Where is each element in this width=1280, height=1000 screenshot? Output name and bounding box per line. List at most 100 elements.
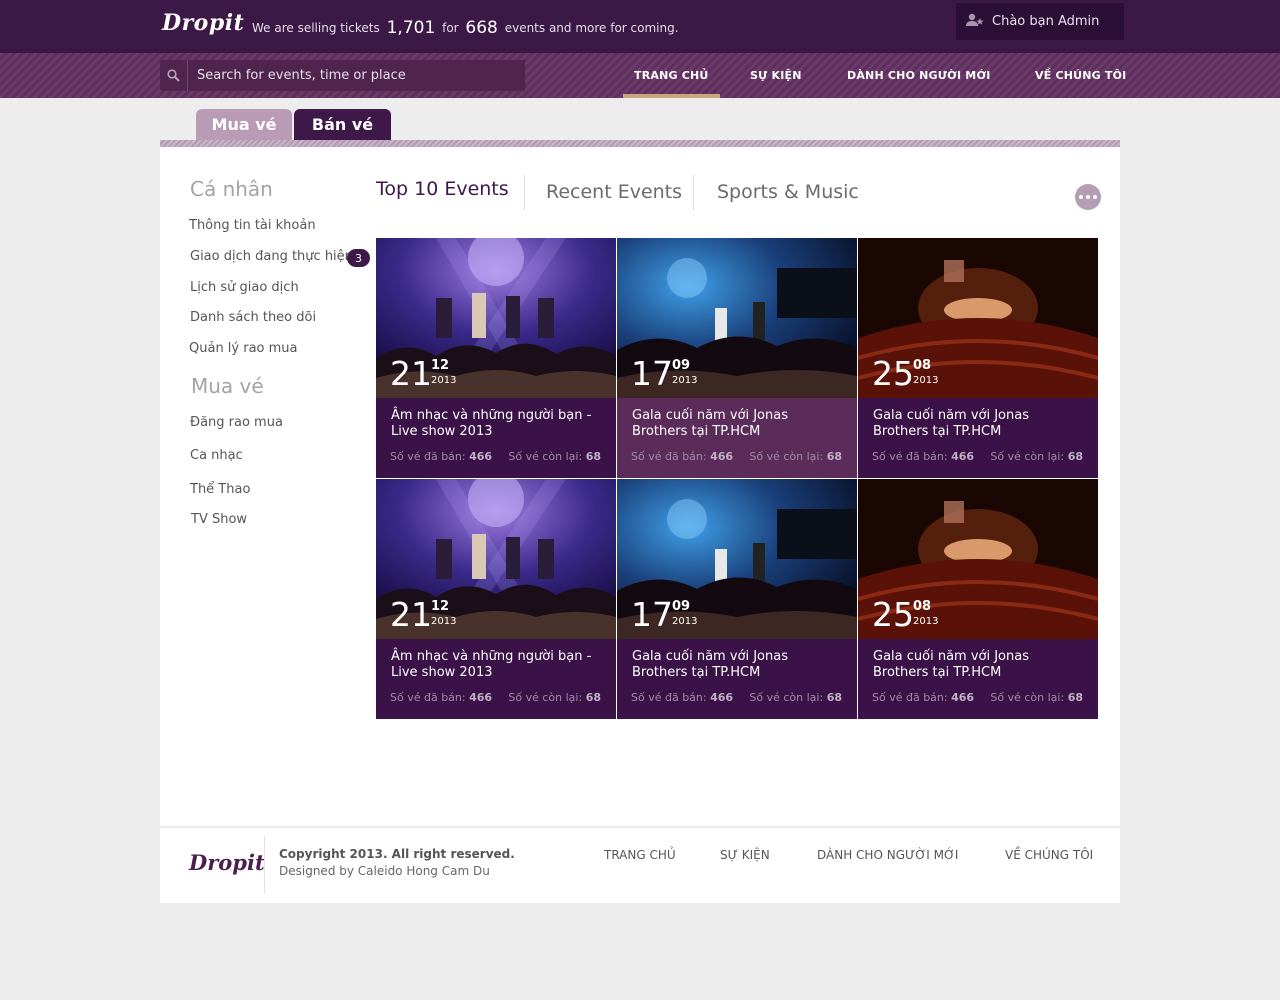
- footer-link-ve-chung-toi[interactable]: VỀ CHÚNG TÔI: [1005, 848, 1093, 862]
- event-card[interactable]: 21 12 2013 Âm nhạc và những người bạn - …: [376, 479, 616, 719]
- tickets-sold: Số vé đã bán: 466: [631, 450, 733, 463]
- tickets-left-label: Số vé còn lại:: [990, 691, 1065, 704]
- footer-link-trang-chu[interactable]: TRANG CHỦ: [604, 848, 676, 862]
- tickets-left: Số vé còn lại: 68: [508, 691, 601, 704]
- tagline-prefix: We are selling tickets: [252, 21, 380, 35]
- event-year: 2013: [672, 616, 698, 627]
- logo[interactable]: Dropit: [162, 10, 244, 36]
- filter-separator: [524, 175, 525, 210]
- event-card[interactable]: 17 09 2013 Gala cuối năm với Jonas Broth…: [617, 479, 857, 719]
- tickets-sold: Số vé đã bán: 466: [872, 450, 974, 463]
- nav-su-kien[interactable]: SỰ KIỆN: [750, 53, 802, 98]
- tickets-left-value: 68: [1067, 450, 1083, 463]
- nav-danh-cho-nguoi-moi[interactable]: DÀNH CHO NGƯỜI MỚI: [847, 53, 991, 98]
- tickets-left-label: Số vé còn lại:: [749, 691, 824, 704]
- sidebar-item-tv-show[interactable]: TV Show: [191, 512, 247, 527]
- tagline-suffix: events and more for coming.: [504, 21, 679, 35]
- event-card[interactable]: 25 08 2013 Gala cuối năm với Jonas Broth…: [858, 479, 1098, 719]
- top-bar: Dropit We are selling tickets 1,701 for …: [0, 0, 1280, 53]
- event-month: 12: [431, 599, 450, 614]
- event-title[interactable]: Gala cuối năm với Jonas Brothers tại TP.…: [873, 649, 1088, 681]
- tickets-sold-value: 466: [951, 691, 975, 704]
- copyright: Copyright 2013. All right reserved.: [279, 847, 515, 861]
- tab-sports-music[interactable]: Sports & Music: [717, 181, 859, 203]
- event-year: 2013: [672, 375, 698, 386]
- footer-logo[interactable]: Dropit: [189, 850, 265, 875]
- event-card[interactable]: 17 09 2013 Gala cuối năm với Jonas Broth…: [617, 238, 857, 478]
- event-count: 668: [465, 18, 498, 38]
- tickets-sold-value: 466: [469, 450, 493, 463]
- search-icon[interactable]: [160, 60, 188, 91]
- footer-divider: [264, 836, 265, 894]
- nav-trang-chu[interactable]: TRANG CHỦ: [623, 53, 720, 98]
- event-day: 21: [390, 354, 432, 393]
- sidebar-title-personal: Cá nhân: [190, 177, 273, 201]
- tickets-left-label: Số vé còn lại:: [508, 691, 583, 704]
- tickets-left-value: 68: [826, 691, 842, 704]
- tickets-sold: Số vé đã bán: 466: [390, 691, 492, 704]
- sidebar-item-manage-requests[interactable]: Quản lý rao mua: [189, 341, 298, 356]
- tickets-left-value: 68: [826, 450, 842, 463]
- event-day: 25: [872, 354, 914, 393]
- nav-bar: TRANG CHỦ SỰ KIỆN DÀNH CHO NGƯỜI MỚI VỀ …: [0, 53, 1280, 98]
- tickets-sold-value: 466: [710, 691, 734, 704]
- designed-by: Designed by Caleido Hong Cam Du: [279, 864, 490, 878]
- footer-link-danh-cho-nguoi-moi[interactable]: DÀNH CHO NGƯỜI MỚI: [817, 848, 958, 862]
- tickets-sold: Số vé đã bán: 466: [872, 691, 974, 704]
- sidebar-item-sports[interactable]: Thể Thao: [190, 482, 250, 497]
- sidebar-item-account-info[interactable]: Thông tin tài khoản: [189, 218, 316, 233]
- search-box[interactable]: [160, 60, 525, 91]
- event-month: 12: [431, 358, 450, 373]
- tickets-left: Số vé còn lại: 68: [508, 450, 601, 463]
- sidebar-item-post-request[interactable]: Đăng rao mua: [190, 415, 283, 430]
- tab-recent-events[interactable]: Recent Events: [546, 181, 682, 203]
- sidebar-title-buy: Mua vé: [191, 374, 264, 398]
- footer: Dropit Copyright 2013. All right reserve…: [160, 827, 1120, 903]
- event-month: 08: [913, 599, 932, 614]
- tickets-left: Số vé còn lại: 68: [749, 691, 842, 704]
- sidebar-item-watchlist[interactable]: Danh sách theo dõi: [190, 310, 316, 325]
- user-menu-button[interactable]: Chào bạn Admin: [956, 3, 1124, 40]
- tickets-left-value: 68: [585, 450, 601, 463]
- more-dots-icon[interactable]: [1075, 184, 1101, 210]
- search-input[interactable]: [188, 68, 508, 83]
- event-card[interactable]: 25 08 2013 Gala cuối năm với Jonas Broth…: [858, 238, 1098, 478]
- tickets-left-label: Số vé còn lại:: [990, 450, 1065, 463]
- tickets-left: Số vé còn lại: 68: [990, 450, 1083, 463]
- tickets-sold-value: 466: [710, 450, 734, 463]
- sidebar-item-pending-transactions[interactable]: Giao dịch đang thực hiện: [190, 249, 353, 264]
- sidebar-item-transaction-history[interactable]: Lịch sử giao dịch: [190, 280, 299, 295]
- event-title[interactable]: Âm nhạc và những người bạn - Live show 2…: [391, 408, 606, 440]
- event-day: 17: [631, 354, 673, 393]
- event-month: 09: [672, 599, 691, 614]
- event-year: 2013: [431, 375, 457, 386]
- event-day: 25: [872, 595, 914, 634]
- event-month: 09: [672, 358, 691, 373]
- tickets-sold: Số vé đã bán: 466: [631, 691, 733, 704]
- tickets-sold-label: Số vé đã bán:: [631, 691, 707, 704]
- event-title[interactable]: Gala cuối năm với Jonas Brothers tại TP.…: [873, 408, 1088, 440]
- filter-separator: [693, 175, 694, 210]
- tab-top-10-events[interactable]: Top 10 Events: [376, 178, 509, 200]
- footer-link-su-kien[interactable]: SỰ KIỆN: [720, 848, 770, 862]
- tickets-sold-label: Số vé đã bán:: [390, 450, 466, 463]
- tickets-left: Số vé còn lại: 68: [990, 691, 1083, 704]
- event-title[interactable]: Âm nhạc và những người bạn - Live show 2…: [391, 649, 606, 681]
- tab-mua-ve[interactable]: Mua vé: [196, 109, 292, 140]
- event-card[interactable]: 21 12 2013 Âm nhạc và những người bạn - …: [376, 238, 616, 478]
- tickets-sold-label: Số vé đã bán:: [872, 450, 948, 463]
- sidebar-item-music[interactable]: Ca nhạc: [190, 448, 243, 463]
- tab-ban-ve[interactable]: Bán vé: [294, 109, 391, 140]
- tickets-left-value: 68: [585, 691, 601, 704]
- tickets-sold-value: 466: [951, 450, 975, 463]
- event-title[interactable]: Gala cuối năm với Jonas Brothers tại TP.…: [632, 649, 847, 681]
- event-title[interactable]: Gala cuối năm với Jonas Brothers tại TP.…: [632, 408, 847, 440]
- event-day: 21: [390, 595, 432, 634]
- tickets-sold-label: Số vé đã bán:: [872, 691, 948, 704]
- tickets-sold-label: Số vé đã bán:: [390, 691, 466, 704]
- tickets-left-label: Số vé còn lại:: [508, 450, 583, 463]
- nav-ve-chung-toi[interactable]: VỀ CHÚNG TÔI: [1035, 53, 1126, 98]
- event-year: 2013: [431, 616, 457, 627]
- tickets-left-label: Số vé còn lại:: [749, 450, 824, 463]
- tickets-sold: Số vé đã bán: 466: [390, 450, 492, 463]
